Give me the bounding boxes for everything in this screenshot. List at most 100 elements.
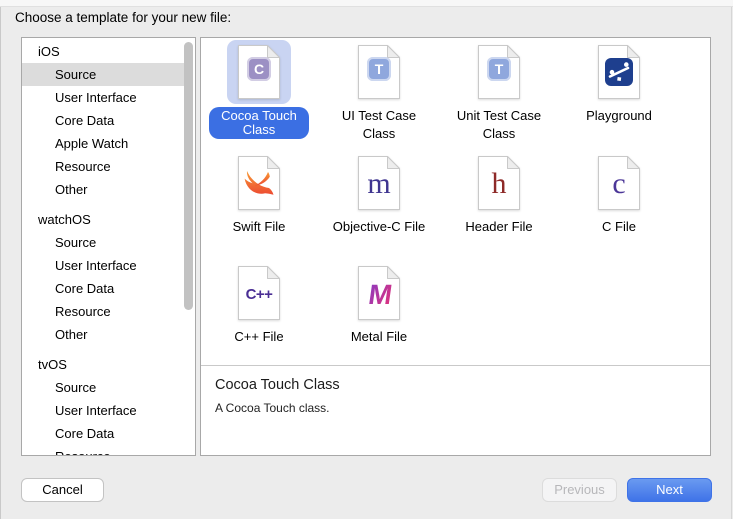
header-h-letter-icon: h — [477, 161, 521, 207]
swift-bird-icon — [237, 155, 281, 211]
sidebar-label: watchOS — [38, 212, 91, 227]
window-left-edge — [0, 7, 1, 519]
previous-button[interactable]: Previous — [542, 478, 617, 502]
sidebar-label: Resource — [55, 449, 111, 456]
sidebar-label: iOS — [38, 44, 60, 59]
template-item-ui-test-case-class[interactable]: T UI Test Case Class — [322, 40, 436, 143]
template-item-cpp-file[interactable]: C++ C++ File — [202, 261, 316, 346]
sidebar-item-watchos-core-data[interactable]: Core Data — [22, 277, 185, 300]
detail-title: Cocoa Touch Class — [215, 377, 340, 393]
iconbox: C++ — [227, 261, 291, 325]
sidebar-group-ios[interactable]: iOS — [22, 40, 185, 63]
sidebar-label: Resource — [55, 159, 111, 174]
template-item-header-file[interactable]: h Header File — [442, 151, 556, 236]
ui-test-case-file-icon: T — [357, 44, 401, 100]
sidebar-item-ios-apple-watch[interactable]: Apple Watch — [22, 132, 185, 155]
svg-text:M: M — [367, 279, 395, 310]
sidebar-group-watchos[interactable]: watchOS — [22, 208, 185, 231]
sidebar-label: User Interface — [55, 258, 137, 273]
iconbox: h — [467, 151, 531, 215]
test-badge-icon: T — [487, 57, 511, 81]
playground-file-icon — [597, 44, 641, 100]
sidebar-label: Apple Watch — [55, 136, 128, 151]
template-item-cocoa-touch-class[interactable]: C Cocoa Touch Class — [202, 40, 316, 139]
swift-file-icon — [237, 155, 281, 211]
sidebar-item-watchos-other[interactable]: Other — [22, 323, 185, 346]
sidebar-item-ios-other[interactable]: Other — [22, 178, 185, 201]
selected-template-highlight: C — [227, 40, 291, 104]
template-detail-pane: Cocoa Touch Class A Cocoa Touch class. — [201, 365, 710, 455]
glyph-letter: h — [492, 167, 507, 201]
iconbox: T — [347, 40, 411, 104]
dialog-title: Choose a template for your new file: — [15, 10, 231, 25]
detail-description: A Cocoa Touch class. — [215, 401, 330, 415]
sidebar-label: User Interface — [55, 90, 137, 105]
sidebar-label: User Interface — [55, 403, 137, 418]
template-item-metal-file[interactable]: M Metal File — [322, 261, 436, 346]
badge-letter: T — [375, 62, 384, 76]
template-item-swift-file[interactable]: Swift File — [202, 151, 316, 236]
c-file-icon: c — [597, 155, 641, 211]
glyph-letter: m — [367, 167, 390, 201]
template-label: Metal File — [351, 329, 407, 344]
template-label: UI Test Case Class — [342, 108, 416, 141]
objective-c-file-icon: m — [357, 155, 401, 211]
sidebar-item-ios-resource[interactable]: Resource — [22, 155, 185, 178]
sidebar-label: Resource — [55, 304, 111, 319]
sidebar-label: Other — [55, 182, 88, 197]
template-label: Unit Test Case Class — [457, 108, 541, 141]
template-grid-panel: C Cocoa Touch Class T UI Test Case Class — [200, 37, 711, 456]
sidebar-label: Other — [55, 327, 88, 342]
next-button[interactable]: Next — [627, 478, 712, 502]
metal-m-icon: M — [357, 265, 401, 321]
sidebar-item-ios-user-interface[interactable]: User Interface — [22, 86, 185, 109]
sidebar-label: Core Data — [55, 281, 114, 296]
iconbox: c — [587, 151, 651, 215]
sidebar-item-tvos-user-interface[interactable]: User Interface — [22, 399, 185, 422]
window-right-edge — [731, 7, 732, 519]
template-label: C File — [602, 219, 636, 234]
iconbox: T — [467, 40, 531, 104]
sidebar-item-watchos-user-interface[interactable]: User Interface — [22, 254, 185, 277]
template-label: C++ File — [234, 329, 283, 344]
objc-m-letter-icon: m — [357, 161, 401, 207]
template-item-objective-c-file[interactable]: m Objective-C File — [322, 151, 436, 236]
sidebar-item-ios-core-data[interactable]: Core Data — [22, 109, 185, 132]
template-label: Playground — [586, 108, 652, 123]
sidebar-item-tvos-core-data[interactable]: Core Data — [22, 422, 185, 445]
header-file-icon: h — [477, 155, 521, 211]
cancel-button[interactable]: Cancel — [21, 478, 104, 502]
sidebar-item-tvos-source[interactable]: Source — [22, 376, 185, 399]
template-label: Header File — [465, 219, 532, 234]
seesaw-icon — [605, 58, 633, 86]
iconbox — [227, 151, 291, 215]
window-top-strip — [0, 0, 733, 7]
metal-file-icon: M — [357, 265, 401, 321]
template-label: Swift File — [233, 219, 286, 234]
glyph-letter: C++ — [246, 286, 273, 303]
template-item-unit-test-case-class[interactable]: T Unit Test Case Class — [442, 40, 556, 143]
sidebar-item-ios-source[interactable]: Source — [22, 63, 185, 86]
template-item-playground[interactable]: Playground — [562, 40, 676, 125]
template-label: Objective-C File — [333, 219, 425, 234]
iconbox — [587, 40, 651, 104]
cpp-text-icon: C++ — [237, 271, 281, 317]
template-label: Cocoa Touch Class — [209, 107, 309, 139]
sidebar-scrollbar-thumb[interactable] — [184, 42, 193, 310]
sidebar-label: Core Data — [55, 426, 114, 441]
sidebar-group-tvos[interactable]: tvOS — [22, 353, 185, 376]
iconbox: m — [347, 151, 411, 215]
cpp-file-icon: C++ — [237, 265, 281, 321]
unit-test-case-file-icon: T — [477, 44, 521, 100]
sidebar-item-tvos-resource[interactable]: Resource — [22, 445, 185, 456]
template-item-c-file[interactable]: c C File — [562, 151, 676, 236]
c-letter-icon: c — [597, 161, 641, 207]
class-badge-icon: C — [247, 57, 271, 81]
cocoa-touch-class-file-icon: C — [237, 44, 281, 100]
badge-letter: T — [495, 62, 504, 76]
badge-letter: C — [254, 62, 264, 76]
sidebar-item-watchos-source[interactable]: Source — [22, 231, 185, 254]
sidebar-item-watchos-resource[interactable]: Resource — [22, 300, 185, 323]
category-sidebar: iOS Source User Interface Core Data Appl… — [21, 37, 196, 456]
iconbox: M — [347, 261, 411, 325]
